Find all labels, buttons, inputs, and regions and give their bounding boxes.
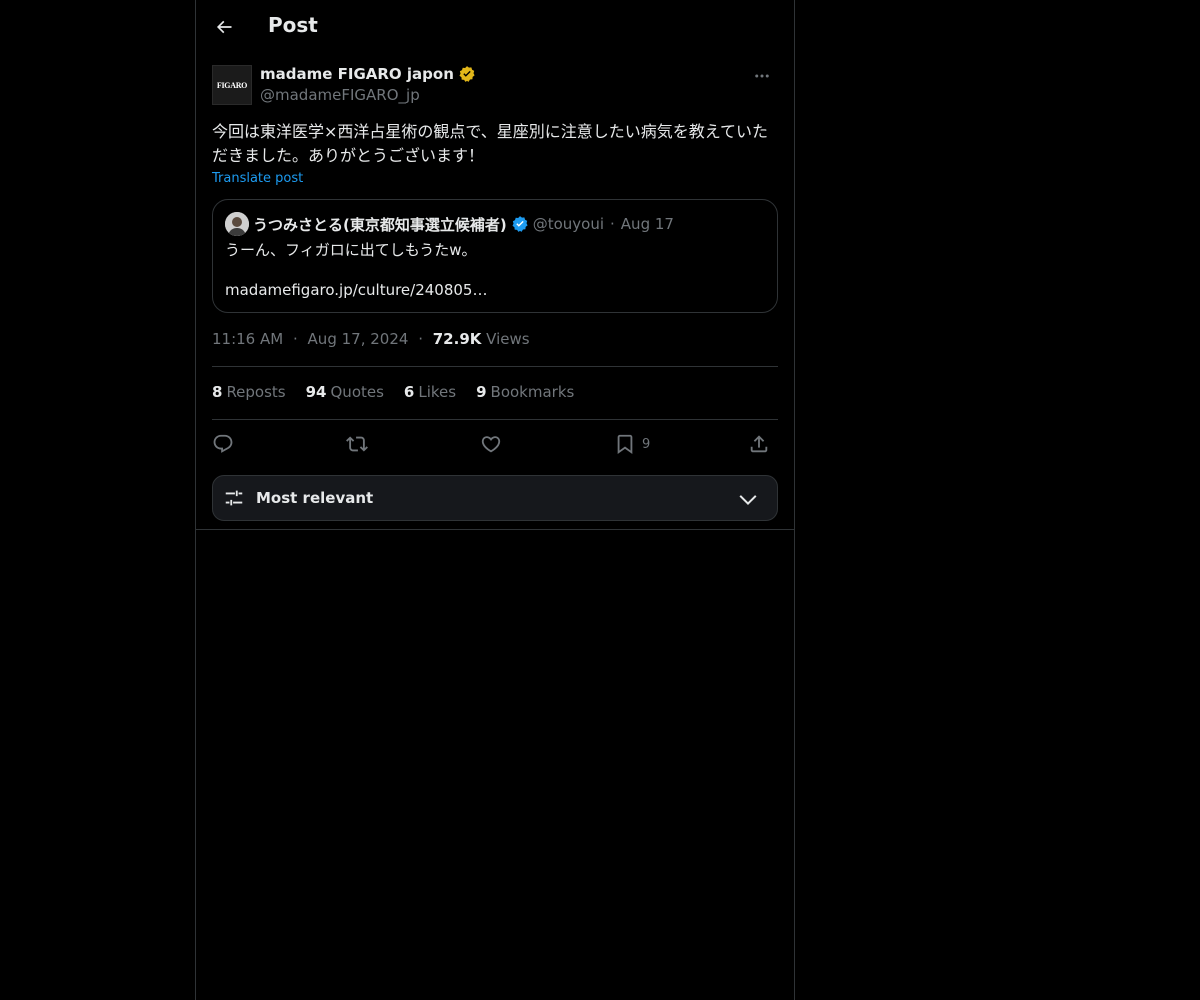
quoted-post-link[interactable]: madamefigaro.jp/culture/240805…	[225, 280, 487, 300]
share-button[interactable]	[748, 430, 770, 458]
more-icon	[755, 74, 769, 78]
sort-label: Most relevant	[256, 489, 374, 507]
author-name[interactable]: madame FIGARO japon	[260, 65, 454, 83]
engagement-stats: 8 Reposts 94 Quotes 6 Likes 9 Bookmarks	[212, 383, 574, 401]
bookmark-button[interactable]: 9	[614, 430, 650, 458]
reposts-stat[interactable]: 8 Reposts	[212, 383, 286, 401]
quoted-post-date: Aug 17	[620, 215, 674, 233]
action-bar: 9	[212, 430, 778, 458]
quotes-stat[interactable]: 94 Quotes	[306, 383, 384, 401]
quotes-count: 94	[305, 383, 327, 401]
bookmarks-stat[interactable]: 9 Bookmarks	[476, 383, 574, 401]
sliders-icon	[225, 490, 243, 506]
arrow-left-icon	[216, 20, 232, 34]
reply-button[interactable]	[212, 430, 234, 458]
verified-badge-icon	[512, 216, 528, 232]
likes-count: 6	[403, 383, 415, 401]
likes-stat[interactable]: 6 Likes	[404, 383, 456, 401]
quoted-avatar	[225, 212, 249, 236]
quoted-author-name: うつみさとる(東京都知事選立候補者)	[253, 215, 507, 234]
share-icon	[750, 435, 768, 453]
views-label: Views	[486, 330, 530, 348]
separator-dot: ·	[418, 330, 423, 348]
author-name-row[interactable]: madame FIGARO japon	[260, 65, 476, 83]
separator-dot: ·	[292, 330, 298, 348]
quoted-avatar-image	[225, 212, 249, 236]
likes-label: Likes	[418, 383, 457, 401]
like-button[interactable]	[480, 430, 502, 458]
page-title: Post	[268, 13, 318, 37]
bookmarks-count: 9	[476, 383, 487, 401]
reply-icon	[213, 434, 233, 453]
post-author: FIGARO madame FIGARO japon @madameFIGARO…	[212, 64, 778, 106]
post-date[interactable]: Aug 17, 2024	[308, 330, 409, 348]
back-button[interactable]	[208, 11, 240, 43]
more-options-button[interactable]	[746, 64, 778, 88]
author-handle[interactable]: @madameFIGARO_jp	[260, 86, 420, 104]
avatar-logo-text: FIGARO	[216, 80, 248, 90]
post-text: 今回は東洋医学×西洋占星術の観点で、星座別に注意したい病気を教えていただきました…	[212, 122, 768, 165]
main-column: Post FIGARO madame FIGARO japon @madameF…	[195, 0, 795, 1000]
quotes-label: Quotes	[330, 383, 384, 401]
verified-badge-icon[interactable]	[458, 65, 476, 83]
repost-icon	[346, 436, 368, 452]
views-count: 72.9K	[432, 330, 482, 348]
divider	[212, 366, 778, 367]
quoted-post[interactable]: うつみさとる(東京都知事選立候補者) @touyoui · Aug 17 うーん…	[212, 199, 778, 313]
header: Post	[196, 0, 794, 54]
separator-dot: ·	[610, 215, 615, 233]
bookmarks-label: Bookmarks	[490, 383, 575, 401]
divider	[212, 419, 778, 420]
bookmark-count: 9	[642, 436, 651, 452]
post-time[interactable]: 11:16 AM	[212, 330, 283, 348]
heart-icon	[481, 436, 501, 453]
reposts-label: Reposts	[226, 383, 286, 401]
repost-button[interactable]	[346, 430, 368, 458]
divider	[196, 529, 794, 530]
bookmark-icon	[617, 434, 633, 455]
reply-sort-dropdown[interactable]: Most relevant	[212, 475, 778, 521]
reposts-count: 8	[212, 383, 223, 401]
post-meta: 11:16 AM · Aug 17, 2024 · 72.9K Views	[212, 330, 530, 348]
chevron-down-icon	[739, 495, 757, 506]
quoted-author-handle: @touyoui	[532, 215, 605, 233]
quoted-post-text: うーん、フィガロに出てしもうたw。	[225, 241, 477, 259]
quoted-post-header: うつみさとる(東京都知事選立候補者) @touyoui · Aug 17	[225, 212, 674, 236]
avatar[interactable]: FIGARO	[212, 65, 252, 105]
translate-post-link[interactable]: Translate post	[212, 171, 303, 186]
